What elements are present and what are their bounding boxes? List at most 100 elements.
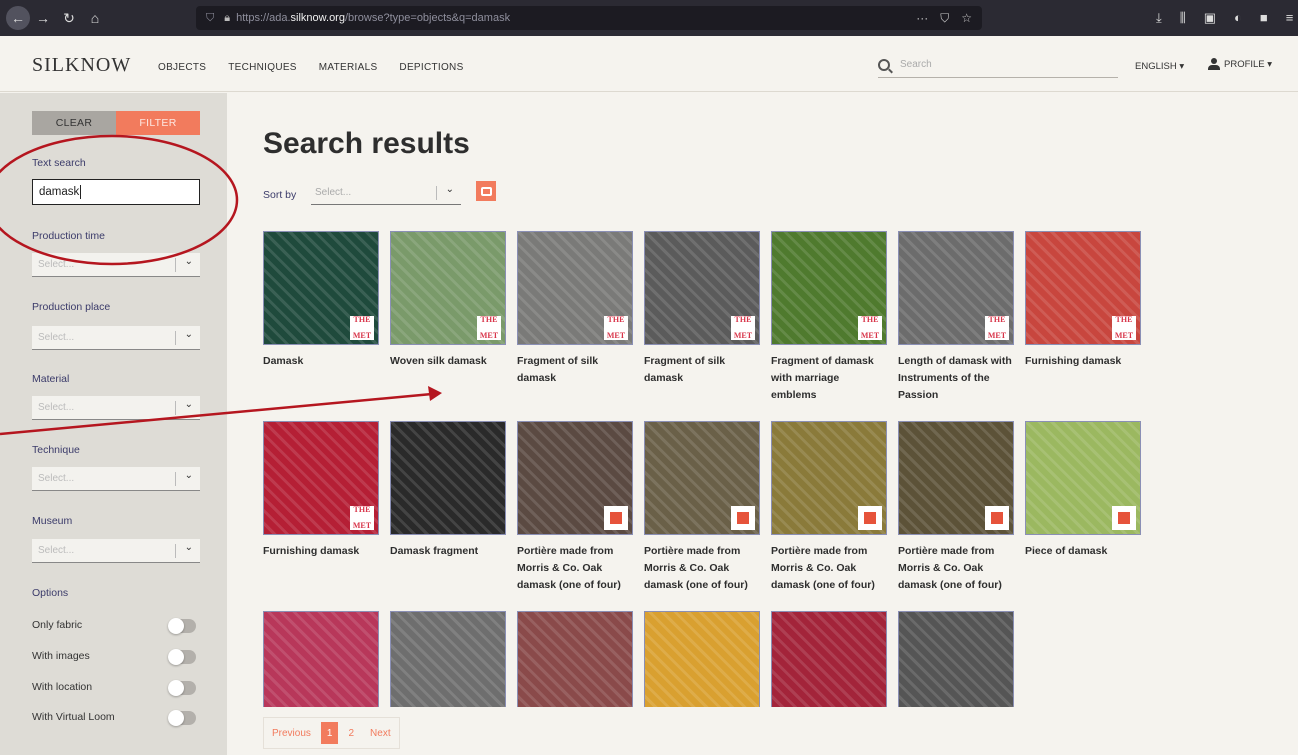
result-card[interactable] <box>263 611 379 707</box>
sort-select[interactable]: Select... ⌄ <box>311 181 461 205</box>
result-thumbnail[interactable]: THE MET <box>771 231 887 345</box>
result-thumbnail[interactable]: THE MET <box>1025 231 1141 345</box>
download-icon[interactable]: ⤓ <box>1156 10 1162 26</box>
nav-techniques[interactable]: TECHNIQUES <box>228 62 297 73</box>
result-title[interactable]: Woven silk damask <box>390 353 506 370</box>
result-title[interactable]: Furnishing damask <box>1025 353 1141 370</box>
with-images-toggle[interactable] <box>168 649 196 665</box>
result-thumbnail[interactable] <box>644 611 760 707</box>
screen: ← → ↻ ⌂ ⛉ 🔒︎ https://ada. silknow.org/bro… <box>0 0 1298 755</box>
bookmark-star-icon[interactable]: ☆ <box>961 11 972 26</box>
result-card[interactable]: Portière made from Morris & Co. Oak dama… <box>898 421 1014 594</box>
result-thumbnail[interactable]: THE MET <box>644 231 760 345</box>
technique-select[interactable]: Select... ⌄ <box>32 467 200 491</box>
result-card[interactable] <box>390 611 506 707</box>
result-card[interactable]: THE MET Woven silk damask <box>390 231 506 370</box>
result-card[interactable]: Portière made from Morris & Co. Oak dama… <box>644 421 760 594</box>
result-card[interactable]: Portière made from Morris & Co. Oak dama… <box>771 421 887 594</box>
result-thumbnail[interactable] <box>771 611 887 707</box>
result-thumbnail[interactable] <box>517 611 633 707</box>
with-virtual-loom-toggle[interactable] <box>168 710 196 726</box>
more-icon[interactable]: ··· <box>916 11 928 26</box>
result-card[interactable]: THE MET Damask <box>263 231 379 370</box>
nav-depictions[interactable]: DEPICTIONS <box>399 62 463 73</box>
filter-button[interactable]: FILTER <box>116 111 200 135</box>
met-museum-logo: THE MET <box>985 316 1009 340</box>
result-thumbnail[interactable]: THE MET <box>263 421 379 535</box>
header-search[interactable]: Search <box>878 52 1118 78</box>
result-card[interactable]: THE MET Furnishing damask <box>263 421 379 560</box>
result-card[interactable] <box>517 611 633 707</box>
only-fabric-toggle[interactable] <box>168 618 196 634</box>
profile-menu[interactable]: PROFILE ▾ <box>1208 58 1272 70</box>
back-icon[interactable]: ← <box>6 6 30 30</box>
site-logo[interactable]: SILKNOW <box>32 54 131 77</box>
result-title[interactable]: Fragment of damask with marriage emblems <box>771 353 887 404</box>
result-card[interactable]: Damask fragment <box>390 421 506 560</box>
home-icon[interactable]: ⌂ <box>82 5 108 31</box>
result-thumbnail[interactable] <box>263 611 379 707</box>
with-location-toggle[interactable] <box>168 680 196 696</box>
text-search-input[interactable]: damask <box>32 179 200 205</box>
museum-logo-icon <box>985 506 1009 530</box>
result-thumbnail[interactable] <box>390 421 506 535</box>
page-1-button[interactable]: 1 <box>320 722 339 744</box>
menu-icon[interactable]: ≡ <box>1286 10 1294 26</box>
result-thumbnail[interactable]: THE MET <box>390 231 506 345</box>
language-selector[interactable]: ENGLISH ▾ <box>1135 61 1184 72</box>
result-thumbnail[interactable] <box>898 611 1014 707</box>
result-thumbnail[interactable]: THE MET <box>898 231 1014 345</box>
result-card[interactable] <box>898 611 1014 707</box>
result-thumbnail[interactable]: THE MET <box>517 231 633 345</box>
result-title[interactable]: Portière made from Morris & Co. Oak dama… <box>644 543 760 594</box>
result-card[interactable]: THE MET Fragment of damask with marriage e… <box>771 231 887 404</box>
nav-materials[interactable]: MATERIALS <box>319 62 378 73</box>
result-title[interactable]: Furnishing damask <box>263 543 379 560</box>
result-thumbnail[interactable] <box>517 421 633 535</box>
production-place-select[interactable]: Select... ⌄ <box>32 326 200 350</box>
reload-icon[interactable]: ↻ <box>56 5 82 31</box>
result-title[interactable]: Damask <box>263 353 379 370</box>
result-thumbnail[interactable]: THE MET <box>263 231 379 345</box>
address-bar[interactable]: ⛉ 🔒︎ https://ada. silknow.org/browse?type… <box>196 6 982 30</box>
search-input[interactable]: Search <box>900 59 932 70</box>
forward-icon[interactable]: → <box>30 5 56 31</box>
result-thumbnail[interactable] <box>1025 421 1141 535</box>
result-card[interactable]: THE MET Fragment of silk damask <box>517 231 633 387</box>
pocket-icon[interactable]: ⛉ <box>940 11 949 26</box>
result-thumbnail[interactable] <box>898 421 1014 535</box>
next-page-button[interactable]: Next <box>362 718 399 748</box>
result-title[interactable]: Fragment of silk damask <box>644 353 760 387</box>
result-title[interactable]: Portière made from Morris & Co. Oak dama… <box>771 543 887 594</box>
result-card[interactable]: Portière made from Morris & Co. Oak dama… <box>517 421 633 594</box>
result-title[interactable]: Length of damask with Instruments of the… <box>898 353 1014 404</box>
result-title[interactable]: Piece of damask <box>1025 543 1141 560</box>
result-title[interactable]: Fragment of silk damask <box>517 353 633 387</box>
production-time-select[interactable]: Select... ⌄ <box>32 253 200 277</box>
result-title[interactable]: Portière made from Morris & Co. Oak dama… <box>898 543 1014 594</box>
result-card[interactable] <box>771 611 887 707</box>
museum-select[interactable]: Select... ⌄ <box>32 539 200 563</box>
result-card[interactable]: THE MET Length of damask with Instruments … <box>898 231 1014 404</box>
map-view-button[interactable] <box>476 181 496 201</box>
result-card[interactable] <box>644 611 760 707</box>
material-select[interactable]: Select... ⌄ <box>32 396 200 420</box>
nav-objects[interactable]: OBJECTS <box>158 62 206 73</box>
result-card[interactable]: Piece of damask <box>1025 421 1141 560</box>
library-icon[interactable]: ⫼ <box>1180 10 1186 26</box>
result-title[interactable]: Portière made from Morris & Co. Oak dama… <box>517 543 633 594</box>
result-thumbnail[interactable] <box>771 421 887 535</box>
text-cursor <box>80 185 82 199</box>
previous-page-button[interactable]: Previous <box>264 718 319 748</box>
extension-icon[interactable]: ◐ <box>1234 10 1242 26</box>
reader-icon[interactable]: ■ <box>1260 10 1268 26</box>
result-card[interactable]: THE MET Fragment of silk damask <box>644 231 760 387</box>
clear-button[interactable]: CLEAR <box>32 111 116 135</box>
result-title[interactable]: Damask fragment <box>390 543 506 560</box>
result-card[interactable]: THE MET Furnishing damask <box>1025 231 1141 370</box>
sidebar-icon[interactable]: ▣ <box>1204 10 1216 26</box>
result-thumbnail[interactable] <box>644 421 760 535</box>
result-thumbnail[interactable] <box>390 611 506 707</box>
with-virtual-loom-label: With Virtual Loom <box>32 711 115 723</box>
page-2-button[interactable]: 2 <box>340 718 362 748</box>
